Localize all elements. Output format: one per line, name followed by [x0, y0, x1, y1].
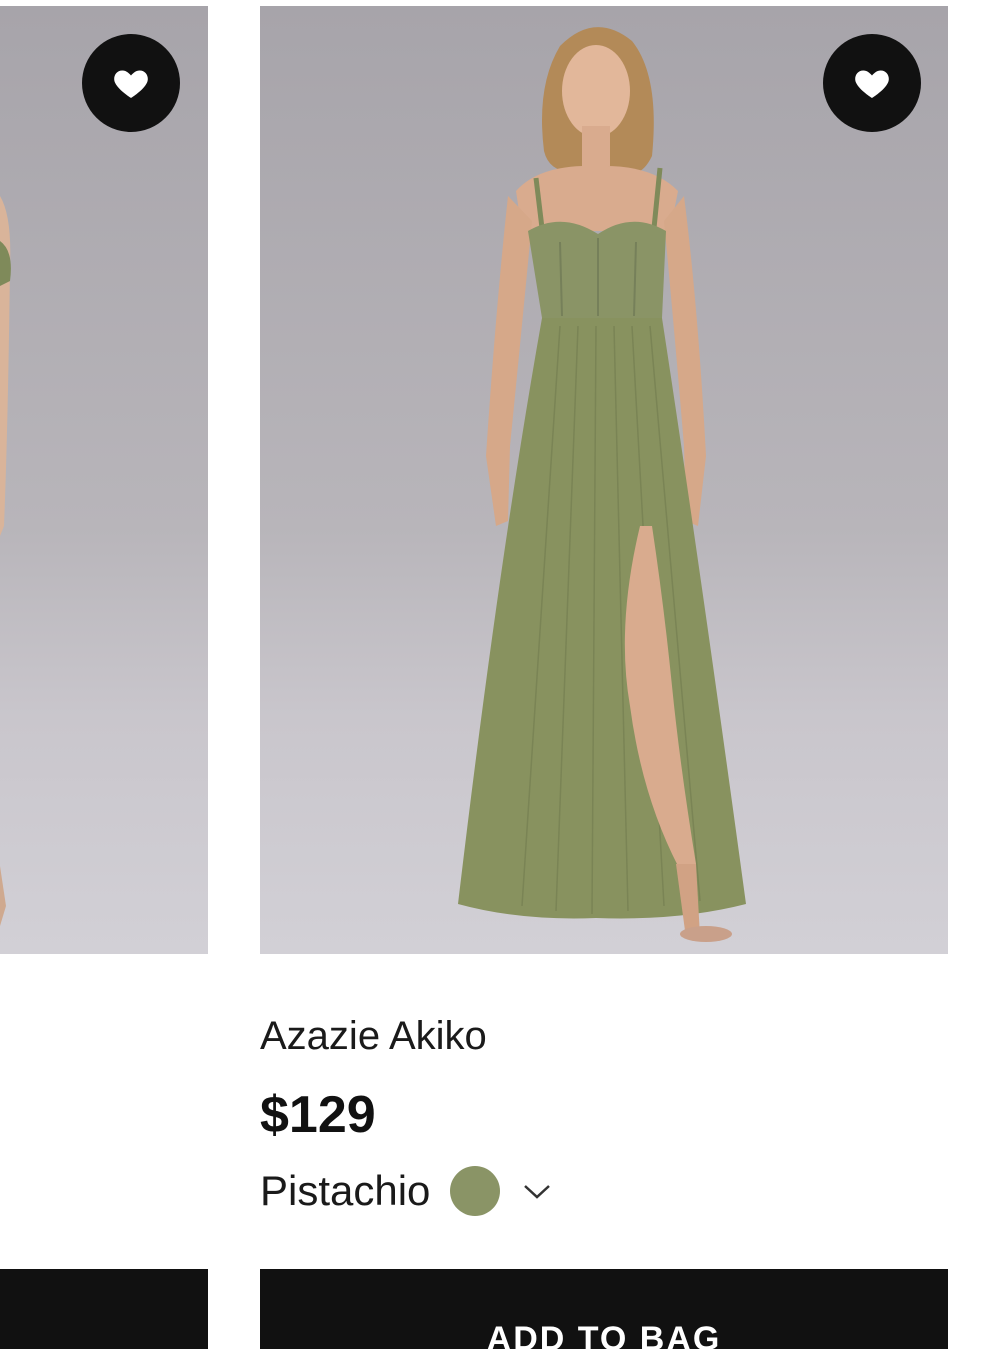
product-image[interactable] — [260, 6, 948, 954]
add-to-bag-button-left[interactable] — [0, 1269, 208, 1349]
color-name: Pistachio — [260, 1167, 431, 1214]
color-swatch[interactable] — [450, 1166, 501, 1216]
add-to-bag-label: ADD TO BAG — [486, 1320, 722, 1349]
product-title[interactable]: Azazie Akiko — [260, 1012, 487, 1060]
product-image-left[interactable] — [0, 6, 208, 954]
chevron-down-icon[interactable] — [522, 1181, 552, 1201]
product-price: $129 — [260, 1086, 376, 1144]
model-photo — [458, 27, 746, 942]
color-selector[interactable]: Pistachio — [260, 1164, 552, 1218]
add-to-bag-button[interactable]: ADD TO BAG — [260, 1269, 948, 1349]
heart-icon — [114, 70, 148, 98]
heart-icon — [855, 70, 889, 98]
favorite-button[interactable] — [823, 34, 921, 132]
model-photo-left — [0, 196, 11, 926]
favorite-button-left[interactable] — [82, 34, 180, 132]
